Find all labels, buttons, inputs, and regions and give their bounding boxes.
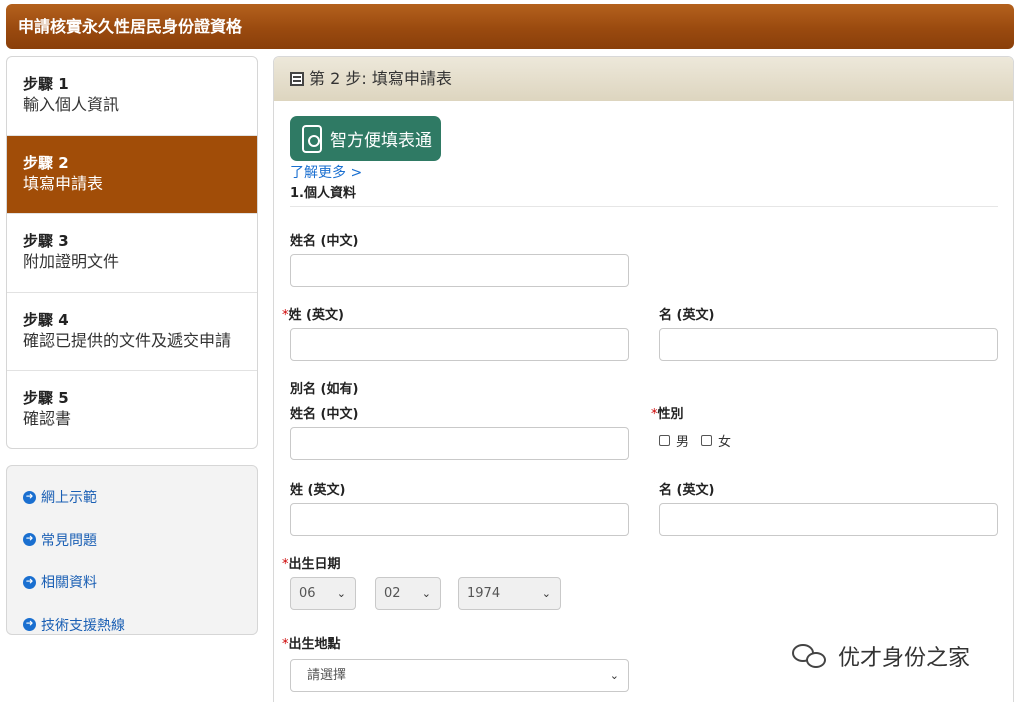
alias-surname-english-input[interactable] [290,503,629,536]
step-label: 附加證明文件 [23,252,120,272]
steps-sidebar: 步驟 1 輸入個人資訊 步驟 2 填寫申請表 步驟 3 附加證明文件 步驟 4 … [6,56,258,449]
name-chinese-label: 姓名 (中文) [290,234,359,249]
dob-year-select[interactable]: 1974 ⌄ [458,577,561,610]
step-number: 步驟 3 [23,232,69,251]
link-online-demo[interactable]: ➜ 網上示範 [7,476,257,519]
link-related-info[interactable]: ➜ 相關資料 [7,561,257,604]
watermark-text: 优才身份之家 [838,646,971,671]
step-1[interactable]: 步驟 1 輸入個人資訊 [7,57,257,136]
sex-option-female[interactable]: 女 [701,431,731,450]
step-number: 步驟 5 [23,389,69,408]
panel-header: 第 2 步: 填寫申請表 [274,57,1013,101]
step-number: 步驟 4 [23,310,69,329]
step-label: 輸入個人資訊 [23,95,120,114]
window-title: 申請核實永久性居民身份證資格 [6,4,1014,49]
iamsmart-button[interactable]: 智方便填表通 [290,116,441,161]
arrow-circle-right-icon: ➜ [23,575,36,589]
surname-english-label: *姓 (英文) [282,308,344,323]
chevron-down-icon: ⌄ [609,669,619,682]
alias-given-english-input[interactable] [659,503,998,536]
alias-name-chinese-label: 姓名 (中文) [290,407,359,422]
chevron-down-icon: ⌄ [336,587,346,600]
link-faq[interactable]: ➜ 常見問題 [7,519,257,562]
step-label: 確認已提供的文件及遞交申請 [23,330,232,350]
chevron-down-icon: ⌄ [541,587,551,600]
step-3[interactable]: 步驟 3 附加證明文件 [7,214,257,293]
place-of-birth-select[interactable]: 請選擇 ⌄ [290,659,629,692]
phone-icon [302,124,322,153]
step-label: 確認書 [23,409,72,429]
checkbox[interactable] [701,435,713,446]
section-title: 1.個人資料 [290,186,356,201]
arrow-circle-right-icon: ➜ [23,618,36,632]
sex-option-male[interactable]: 男 [659,431,689,450]
wechat-icon [790,640,830,672]
dob-day-select[interactable]: 06 ⌄ [290,577,356,610]
name-chinese-input[interactable] [290,254,629,287]
link-tech-support[interactable]: ➜ 技術支援熱線 [7,604,257,647]
help-links-panel: ➜ 網上示範 ➜ 常見問題 ➜ 相關資料 ➜ 技術支援熱線 [6,465,258,635]
alias-given-english-label: 名 (英文) [659,483,715,498]
given-english-input[interactable] [659,328,998,361]
step-2[interactable]: 步驟 2 填寫申請表 [7,135,257,215]
link-label: 技術支援熱線 [41,617,125,634]
arrow-circle-right-icon: ➜ [23,490,36,504]
watermark: 优才身份之家 [790,640,970,672]
dob-month-select[interactable]: 02 ⌄ [375,577,441,610]
alias-surname-english-label: 姓 (英文) [290,483,346,498]
badge-label: 智方便填表通 [330,131,432,151]
link-label: 網上示範 [41,490,97,507]
step-number: 步驟 1 [23,75,69,93]
given-english-label: 名 (英文) [659,308,715,323]
surname-english-input[interactable] [290,328,629,361]
sex-label: *性別 [651,407,684,422]
form-icon [290,72,304,86]
learn-more-link[interactable]: 了解更多 > [290,162,362,182]
alias-name-chinese-input[interactable] [290,427,629,460]
dob-label: *出生日期 [282,557,341,572]
step-4[interactable]: 步驟 4 確認已提供的文件及遞交申請 [7,293,257,372]
link-label: 相關資料 [41,575,97,592]
step-label: 填寫申請表 [23,173,104,193]
chevron-down-icon: ⌄ [421,587,431,600]
place-of-birth-label: *出生地點 [282,637,341,652]
checkbox[interactable] [659,435,670,446]
divider [290,206,998,207]
form-panel: 第 2 步: 填寫申請表 智方便填表通 了解更多 > 1.個人資料 姓名 (中文… [273,56,1014,702]
link-label: 常見問題 [41,532,97,549]
sex-options: 男 女 [659,431,743,450]
arrow-circle-right-icon: ➜ [23,533,36,547]
alias-heading: 別名 (如有) [290,382,359,397]
step-number: 步驟 2 [23,153,69,172]
panel-title: 第 2 步: 填寫申請表 [309,69,452,88]
step-5[interactable]: 步驟 5 確認書 [7,371,257,448]
